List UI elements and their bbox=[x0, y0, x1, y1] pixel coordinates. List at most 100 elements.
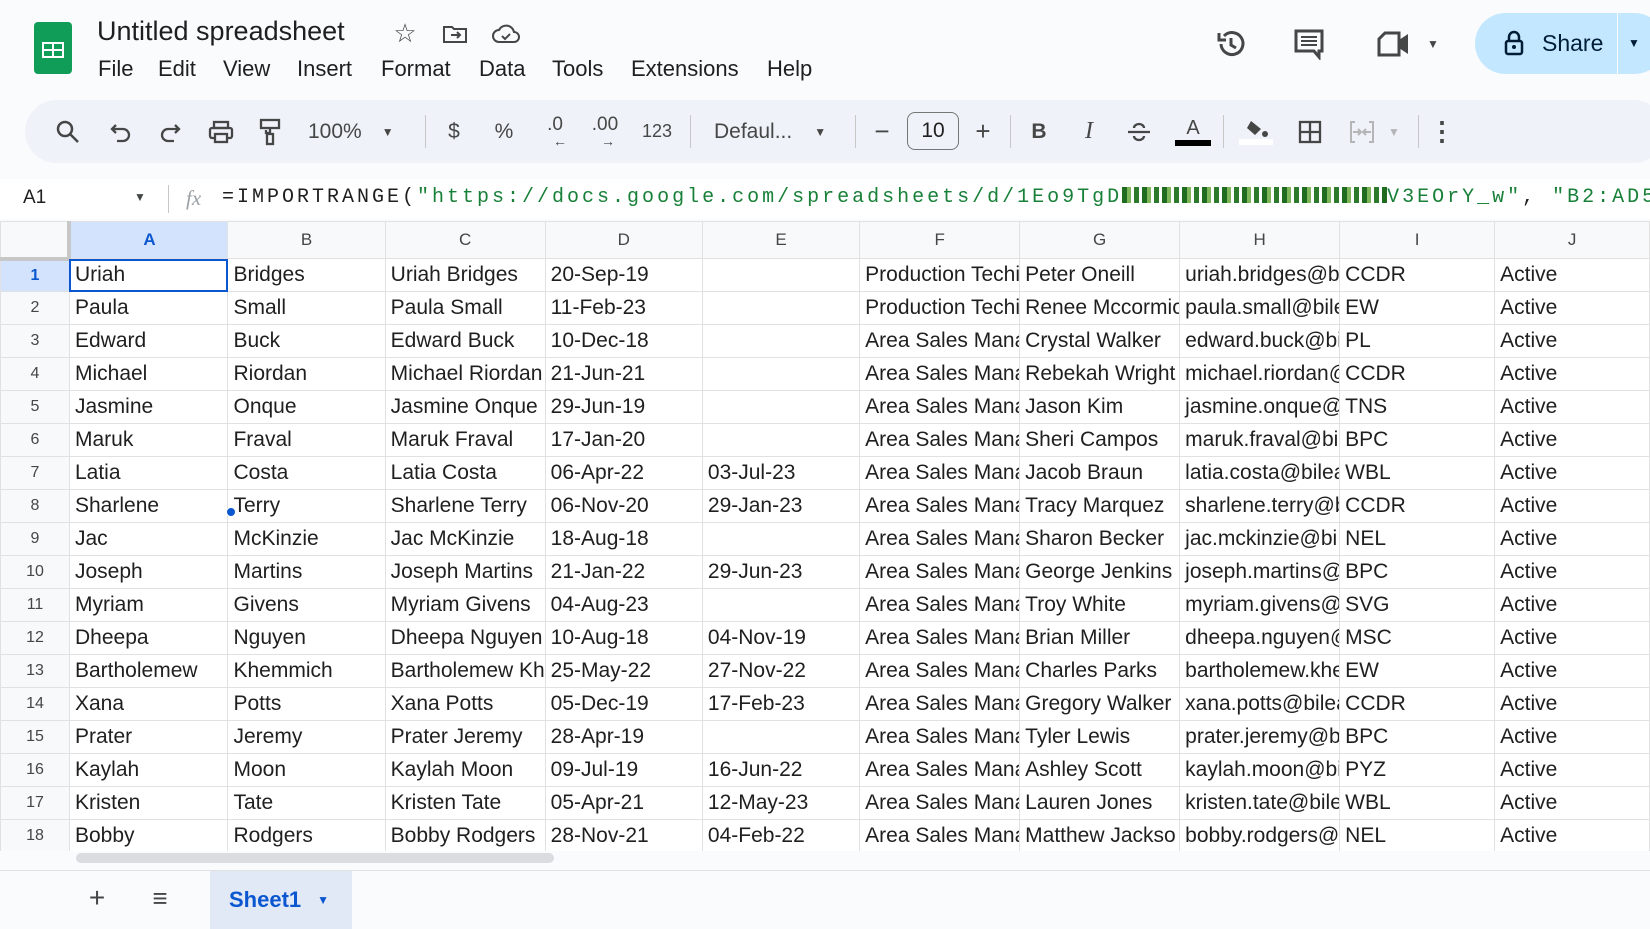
row-header[interactable]: 7 bbox=[1, 457, 70, 490]
cell-a9[interactable]: Jac bbox=[69, 523, 228, 556]
all-sheets-icon[interactable]: ≡ bbox=[145, 883, 175, 913]
cell-i12[interactable]: MSC bbox=[1340, 622, 1495, 655]
cell-i3[interactable]: PL bbox=[1340, 325, 1495, 358]
cell-f13[interactable]: Area Sales Mana bbox=[860, 655, 1020, 688]
cell-d16[interactable]: 09-Jul-19 bbox=[545, 754, 702, 787]
cell-f11[interactable]: Area Sales Mana bbox=[860, 589, 1020, 622]
cell-e3[interactable] bbox=[702, 325, 859, 358]
cell-e7[interactable]: 03-Jul-23 bbox=[702, 457, 859, 490]
merge-cells-icon[interactable] bbox=[1348, 100, 1376, 163]
cell-d4[interactable]: 21-Jun-21 bbox=[545, 358, 702, 391]
cell-g4[interactable]: Rebekah Wright bbox=[1020, 358, 1180, 391]
cell-j10[interactable]: Active bbox=[1495, 556, 1650, 589]
column-header-a[interactable]: A bbox=[69, 222, 228, 259]
cell-i15[interactable]: BPC bbox=[1340, 721, 1495, 754]
italic-button[interactable]: I bbox=[1077, 100, 1101, 163]
cell-i13[interactable]: EW bbox=[1340, 655, 1495, 688]
cell-f16[interactable]: Area Sales Mana bbox=[860, 754, 1020, 787]
cell-b18[interactable]: Rodgers bbox=[228, 820, 385, 852]
cell-i10[interactable]: BPC bbox=[1340, 556, 1495, 589]
cell-b12[interactable]: Nguyen bbox=[228, 622, 385, 655]
cell-i8[interactable]: CCDR bbox=[1340, 490, 1495, 523]
cell-g1[interactable]: Peter Oneill bbox=[1020, 259, 1180, 292]
cell-j18[interactable]: Active bbox=[1495, 820, 1650, 852]
cell-h5[interactable]: jasmine.onque@ bbox=[1180, 391, 1340, 424]
cell-f14[interactable]: Area Sales Mana bbox=[860, 688, 1020, 721]
column-header-d[interactable]: D bbox=[545, 222, 702, 259]
cell-h10[interactable]: joseph.martins@ bbox=[1180, 556, 1340, 589]
cell-b10[interactable]: Martins bbox=[228, 556, 385, 589]
cell-j9[interactable]: Active bbox=[1495, 523, 1650, 556]
cell-b9[interactable]: McKinzie bbox=[228, 523, 385, 556]
cell-f4[interactable]: Area Sales Mana bbox=[860, 358, 1020, 391]
cell-d8[interactable]: 06-Nov-20 bbox=[545, 490, 702, 523]
cell-f17[interactable]: Area Sales Mana bbox=[860, 787, 1020, 820]
row-header[interactable]: 18 bbox=[1, 820, 70, 852]
cell-c2[interactable]: Paula Small bbox=[385, 292, 545, 325]
merge-dropdown-icon[interactable]: ▼ bbox=[1386, 100, 1402, 163]
cell-i4[interactable]: CCDR bbox=[1340, 358, 1495, 391]
cell-j16[interactable]: Active bbox=[1495, 754, 1650, 787]
redo-icon[interactable] bbox=[156, 100, 184, 163]
cell-e9[interactable] bbox=[702, 523, 859, 556]
cell-h1[interactable]: uriah.bridges@b bbox=[1180, 259, 1340, 292]
column-header-e[interactable]: E bbox=[702, 222, 859, 259]
cell-e10[interactable]: 29-Jun-23 bbox=[702, 556, 859, 589]
cell-a1[interactable]: Uriah bbox=[69, 259, 228, 292]
cell-i1[interactable]: CCDR bbox=[1340, 259, 1495, 292]
cell-h7[interactable]: latia.costa@bilea bbox=[1180, 457, 1340, 490]
cell-j8[interactable]: Active bbox=[1495, 490, 1650, 523]
row-header[interactable]: 3 bbox=[1, 325, 70, 358]
percent-format-button[interactable]: % bbox=[492, 100, 516, 163]
cell-h6[interactable]: maruk.fraval@bi bbox=[1180, 424, 1340, 457]
row-header[interactable]: 12 bbox=[1, 622, 70, 655]
cell-f7[interactable]: Area Sales Mana bbox=[860, 457, 1020, 490]
cell-h18[interactable]: bobby.rodgers@ bbox=[1180, 820, 1340, 852]
cell-h12[interactable]: dheepa.nguyen@ bbox=[1180, 622, 1340, 655]
cell-d17[interactable]: 05-Apr-21 bbox=[545, 787, 702, 820]
cell-a4[interactable]: Michael bbox=[69, 358, 228, 391]
cell-c1[interactable]: Uriah Bridges bbox=[385, 259, 545, 292]
cell-e8[interactable]: 29-Jan-23 bbox=[702, 490, 859, 523]
cell-j6[interactable]: Active bbox=[1495, 424, 1650, 457]
strikethrough-icon[interactable] bbox=[1125, 100, 1153, 163]
paint-format-icon[interactable] bbox=[256, 100, 284, 163]
cell-f6[interactable]: Area Sales Mana bbox=[860, 424, 1020, 457]
cell-g9[interactable]: Sharon Becker bbox=[1020, 523, 1180, 556]
cell-j5[interactable]: Active bbox=[1495, 391, 1650, 424]
row-header[interactable]: 17 bbox=[1, 787, 70, 820]
more-options-icon[interactable]: ⋮ bbox=[1432, 100, 1452, 163]
cell-e2[interactable] bbox=[702, 292, 859, 325]
version-history-icon[interactable] bbox=[1213, 26, 1249, 62]
cell-b2[interactable]: Small bbox=[228, 292, 385, 325]
cell-e13[interactable]: 27-Nov-22 bbox=[702, 655, 859, 688]
cell-d15[interactable]: 28-Apr-19 bbox=[545, 721, 702, 754]
row-header[interactable]: 8 bbox=[1, 490, 70, 523]
menu-view[interactable]: View bbox=[223, 56, 270, 82]
menu-insert[interactable]: Insert bbox=[297, 56, 352, 82]
menu-format[interactable]: Format bbox=[381, 56, 451, 82]
undo-icon[interactable] bbox=[107, 100, 135, 163]
row-header[interactable]: 16 bbox=[1, 754, 70, 787]
row-header[interactable]: 6 bbox=[1, 424, 70, 457]
cell-d3[interactable]: 10-Dec-18 bbox=[545, 325, 702, 358]
cell-a12[interactable]: Dheepa bbox=[69, 622, 228, 655]
cell-h4[interactable]: michael.riordan@ bbox=[1180, 358, 1340, 391]
row-header[interactable]: 15 bbox=[1, 721, 70, 754]
cell-a6[interactable]: Maruk bbox=[69, 424, 228, 457]
fill-color-icon[interactable] bbox=[1238, 100, 1274, 163]
cell-j13[interactable]: Active bbox=[1495, 655, 1650, 688]
cell-a13[interactable]: Bartholemew bbox=[69, 655, 228, 688]
row-header[interactable]: 9 bbox=[1, 523, 70, 556]
cell-c7[interactable]: Latia Costa bbox=[385, 457, 545, 490]
zoom-select[interactable]: 100%▼ bbox=[308, 100, 408, 163]
cell-h11[interactable]: myriam.givens@ bbox=[1180, 589, 1340, 622]
cell-g15[interactable]: Tyler Lewis bbox=[1020, 721, 1180, 754]
font-size-input[interactable]: 10 bbox=[907, 112, 959, 150]
column-header-j[interactable]: J bbox=[1495, 222, 1650, 259]
cell-c15[interactable]: Prater Jeremy bbox=[385, 721, 545, 754]
row-header[interactable]: 4 bbox=[1, 358, 70, 391]
borders-icon[interactable] bbox=[1296, 100, 1324, 163]
cell-c16[interactable]: Kaylah Moon bbox=[385, 754, 545, 787]
cell-d14[interactable]: 05-Dec-19 bbox=[545, 688, 702, 721]
